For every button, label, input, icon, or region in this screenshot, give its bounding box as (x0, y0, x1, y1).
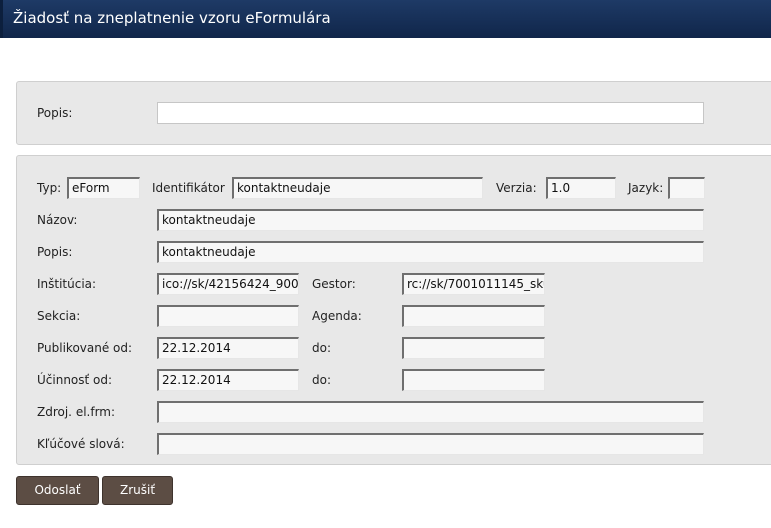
jazyk-field[interactable] (668, 177, 705, 199)
publikovane-od-label: Publikované od: (37, 341, 133, 355)
sekcia-field[interactable] (157, 305, 299, 327)
sekcia-label: Sekcia: (37, 309, 81, 323)
gestor-label: Gestor: (312, 277, 356, 291)
publikovane-do-label: do: (312, 341, 332, 355)
window-title: Žiadosť na zneplatnenie vzoru eFormulára (13, 9, 331, 27)
nazov-field[interactable]: kontaktneudaje (157, 209, 704, 231)
ucinnost-do-label: do: (312, 373, 332, 387)
request-panel: Popis: (16, 81, 771, 145)
institucia-field[interactable]: ico://sk/42156424_9000 (157, 273, 299, 295)
klucove-slova-label: Kľúčové slová: (37, 437, 125, 451)
publikovane-do-field[interactable] (402, 337, 545, 359)
ucinnost-od-label: Účinnosť od: (37, 373, 113, 387)
ucinnost-od-field[interactable]: 22.12.2014 (157, 369, 299, 391)
jazyk-label: Jazyk: (628, 181, 664, 195)
popis-label: Popis: (37, 245, 73, 259)
zdroj-field[interactable] (157, 401, 704, 423)
popis-field[interactable]: kontaktneudaje (157, 241, 704, 263)
agenda-label: Agenda: (312, 309, 362, 323)
title-bar: Žiadosť na zneplatnenie vzoru eFormulára (0, 0, 771, 38)
request-popis-label: Popis: (37, 106, 73, 120)
identifikator-label: Identifikátor (152, 181, 225, 195)
agenda-field[interactable] (402, 305, 545, 327)
typ-field[interactable]: eForm (67, 177, 140, 199)
typ-label: Typ: (37, 181, 62, 195)
gestor-field[interactable]: rc://sk/7001011145_sku (402, 273, 545, 295)
institucia-label: Inštitúcia: (37, 277, 97, 291)
ucinnost-do-field[interactable] (402, 369, 545, 391)
form-details-panel: Typ: eForm Identifikátor kontaktneudaje … (16, 155, 771, 465)
submit-button[interactable]: Odoslať (16, 476, 99, 505)
request-popis-input[interactable] (157, 102, 704, 124)
verzia-label: Verzia: (496, 181, 537, 195)
klucove-slova-field[interactable] (157, 433, 704, 455)
nazov-label: Názov: (37, 213, 78, 227)
cancel-button[interactable]: Zrušiť (102, 476, 173, 505)
verzia-field[interactable]: 1.0 (546, 177, 616, 199)
zdroj-label: Zdroj. el.frm: (37, 405, 116, 419)
identifikator-field[interactable]: kontaktneudaje (232, 177, 483, 199)
publikovane-od-field[interactable]: 22.12.2014 (157, 337, 299, 359)
